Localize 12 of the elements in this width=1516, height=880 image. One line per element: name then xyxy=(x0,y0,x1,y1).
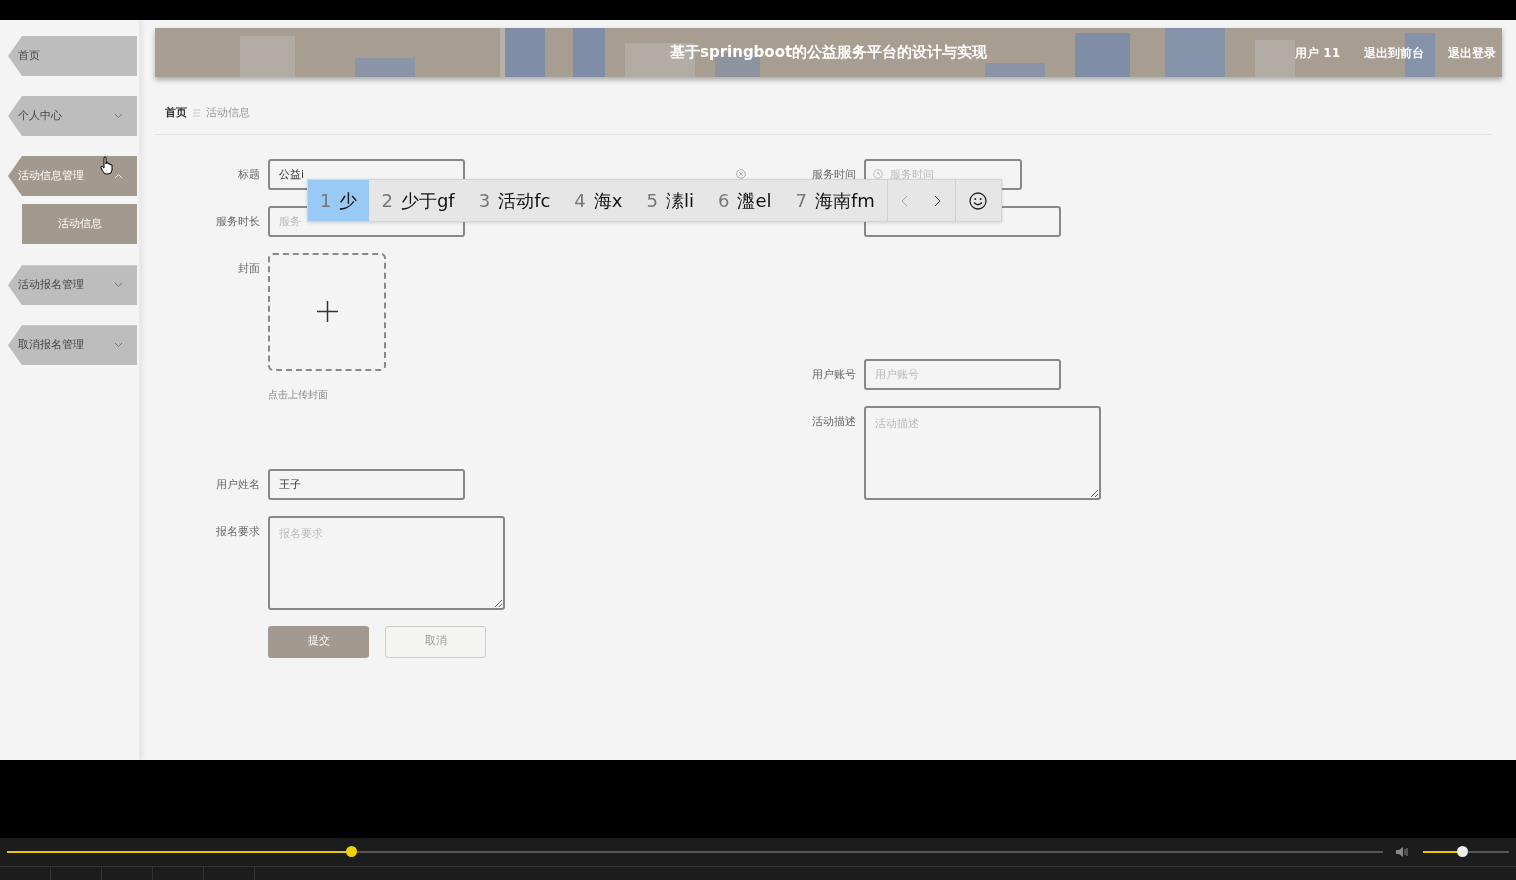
site-title: 基于springboot的公益服务平台的设计与实现 xyxy=(670,42,988,64)
upload-hint: 点击上传封面 xyxy=(268,387,329,402)
field-label: 服务时间 xyxy=(811,166,857,183)
field-label: 服务时长 xyxy=(215,213,261,230)
field-label: 封面 xyxy=(237,260,261,277)
breadcrumb-current: 活动信息 xyxy=(206,105,250,121)
field-label: 用户账号 xyxy=(811,366,857,383)
user-name: 用户 11 xyxy=(1295,44,1340,62)
field-label: 用户姓名 xyxy=(215,476,261,493)
field-label: 报名要求 xyxy=(215,523,261,540)
field-label: 活动描述 xyxy=(811,413,857,430)
field-label: 标题 xyxy=(237,166,261,183)
